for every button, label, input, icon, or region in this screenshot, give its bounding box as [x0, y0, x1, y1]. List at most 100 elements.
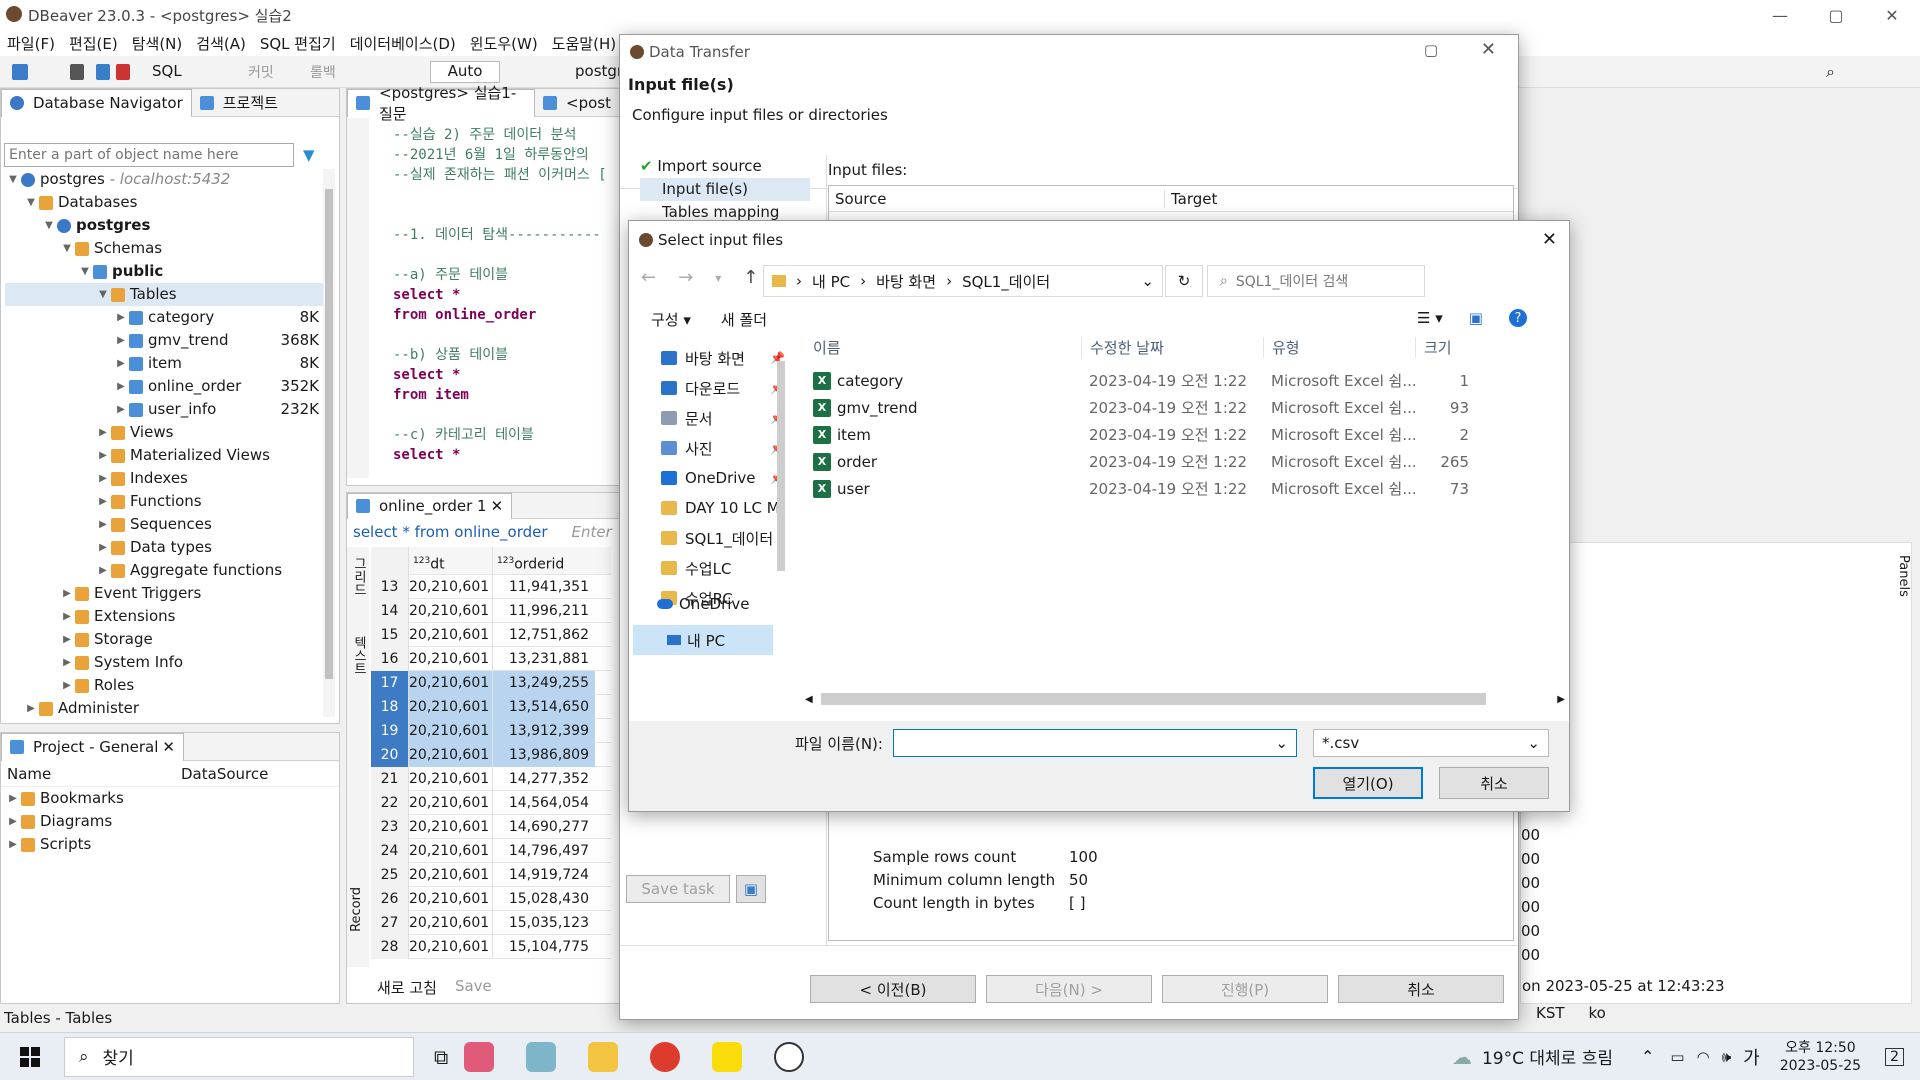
chevron-down-icon[interactable]: ⌄ — [1275, 734, 1288, 752]
cell-orderid[interactable]: 13,986,809 — [493, 742, 595, 767]
nav-pane-item[interactable]: 문서 📌 — [661, 403, 785, 433]
navigator-scrollbar[interactable] — [323, 169, 335, 717]
tree-tables[interactable]: ▼ Tables — [5, 283, 323, 306]
tree-schema-folder[interactable]: ▶ Materialized Views — [5, 444, 323, 467]
navigator-filter-input[interactable] — [4, 143, 294, 167]
disconnect-icon[interactable] — [96, 64, 110, 80]
cell-orderid[interactable]: 14,277,352 — [493, 767, 595, 791]
cell-orderid[interactable]: 14,796,497 — [493, 839, 595, 863]
table-row[interactable]: 26 20,210,601 15,028,430 — [371, 886, 611, 911]
tree-table-item[interactable]: ▶ item 8K — [5, 352, 323, 375]
setting-value[interactable]: 50 — [1069, 869, 1088, 892]
step-import-source[interactable]: ✔ Import source — [640, 155, 810, 178]
commit-button[interactable]: 커밋 — [248, 62, 274, 82]
result-query-text[interactable]: select * from online_order — [353, 523, 548, 541]
cell-orderid[interactable]: 11,996,211 — [493, 599, 595, 623]
cell-orderid[interactable]: 15,104,775 — [493, 935, 595, 959]
minimize-button[interactable]: — — [1752, 0, 1808, 30]
column-size[interactable]: 크기 — [1415, 336, 1452, 358]
back-button[interactable]: < 이전(B) — [810, 975, 976, 1003]
close-button[interactable]: ✕ — [1864, 0, 1920, 30]
cell-dt[interactable]: 20,210,601 — [409, 646, 493, 671]
help-icon[interactable]: ? — [1508, 309, 1527, 327]
table-row[interactable]: 15 20,210,601 12,751,862 — [371, 622, 611, 647]
back-arrow-icon[interactable]: ← — [641, 267, 656, 288]
file-row[interactable]: X user 2023-04-19 오전 1:22 Microsoft Exce… — [805, 475, 1565, 502]
tab-results[interactable]: online_order 1 ✕ — [347, 492, 513, 519]
menu-help[interactable]: 도움말(H) — [552, 33, 616, 54]
file-explorer-icon[interactable] — [588, 1041, 619, 1072]
file-row[interactable]: X order 2023-04-19 오전 1:22 Microsoft Exc… — [805, 448, 1565, 475]
cell-orderid[interactable]: 15,028,430 — [493, 887, 595, 911]
chevron-down-icon[interactable]: ⌄ — [1141, 272, 1154, 290]
cell-orderid[interactable]: 14,690,277 — [493, 815, 595, 839]
cell-orderid[interactable]: 15,035,123 — [493, 911, 595, 935]
nav-mypc[interactable]: 내 PC — [633, 625, 773, 655]
project-item[interactable]: ▶ Bookmarks — [5, 787, 339, 810]
cell-orderid[interactable]: 13,912,399 — [493, 718, 595, 743]
rollback-button[interactable]: 롤백 — [310, 62, 336, 82]
table-row[interactable]: 19 20,210,601 13,912,399 — [371, 718, 611, 743]
setting-value[interactable]: 100 — [1069, 846, 1098, 869]
view-options-icon[interactable]: ☰ ▾ — [1417, 309, 1443, 327]
cell-dt[interactable]: 20,210,601 — [409, 694, 493, 719]
nav-pane-item[interactable]: 바탕 화면 📌 — [661, 343, 785, 373]
nav-pane-item[interactable]: SQL1_데이터 — [661, 523, 785, 553]
chrome-icon[interactable] — [650, 1041, 681, 1072]
breadcrumb-desktop[interactable]: 바탕 화면 — [876, 271, 936, 292]
tree-table-item[interactable]: ▶ gmv_trend 368K — [5, 329, 323, 352]
open-button[interactable]: 열기(O) — [1313, 767, 1423, 799]
tree-schema-folder[interactable]: ▶ Views — [5, 421, 323, 444]
step-input-files[interactable]: Input file(s) — [640, 178, 810, 201]
table-row[interactable]: 20 20,210,601 13,986,809 — [371, 742, 611, 767]
close-button[interactable]: ✕ — [1542, 229, 1557, 250]
new-connection-icon[interactable] — [12, 64, 28, 80]
file-row[interactable]: X gmv_trend 2023-04-19 오전 1:22 Microsoft… — [805, 394, 1565, 421]
tree-schema-folder[interactable]: ▶ Indexes — [5, 467, 323, 490]
cell-orderid[interactable]: 13,231,881 — [493, 647, 595, 671]
table-row[interactable]: 16 20,210,601 13,231,881 — [371, 646, 611, 671]
cancel-button[interactable]: 취소 — [1439, 767, 1549, 799]
nav-onedrive-root[interactable]: OneDrive — [657, 589, 750, 619]
notification-center-icon[interactable]: 2 — [1885, 1047, 1904, 1066]
tree-administer[interactable]: ▶ Administer — [5, 697, 323, 720]
column-name[interactable]: 이름 — [805, 337, 1081, 358]
tree-table-item[interactable]: ▶ category 8K — [5, 306, 323, 329]
filter-icon[interactable]: ▼ — [303, 146, 315, 164]
sql-editor-button[interactable]: SQL — [152, 62, 182, 80]
search-box[interactable]: ⌕ SQL1_데이터 검색 — [1207, 265, 1425, 297]
active-connection-selector[interactable]: postgr — [575, 62, 623, 80]
connect-icon[interactable] — [70, 64, 84, 80]
breadcrumb-mypc[interactable]: 내 PC — [812, 271, 850, 292]
preview-pane-icon[interactable]: ▣ — [1469, 309, 1483, 327]
menu-file[interactable]: 파일(F) — [7, 33, 55, 54]
tree-schemas[interactable]: ▼ Schemas — [5, 237, 323, 260]
windows-start-icon[interactable] — [20, 1046, 40, 1067]
sql-code[interactable]: --실습 2) 주문 데이터 분석 --2021년 6월 1일 하루동안의 --실제… — [393, 125, 619, 465]
up-arrow-icon[interactable]: ↑ — [743, 267, 758, 288]
tab-editor-1[interactable]: <postgres> 실습1-질문 — [347, 84, 536, 123]
new-folder-button[interactable]: 새 폴더 — [721, 309, 767, 330]
tab-project-general[interactable]: Project - General ✕ — [1, 732, 184, 761]
taskbar-search[interactable]: ⌕ 찾기 — [64, 1036, 414, 1077]
save-button[interactable]: Save — [455, 977, 492, 998]
cell-dt[interactable]: 20,210,601 — [409, 622, 493, 647]
column-source[interactable]: Source — [829, 189, 1165, 208]
table-row[interactable]: 17 20,210,601 13,249,255 — [371, 670, 611, 695]
cell-dt[interactable]: 20,210,601 — [409, 766, 493, 791]
column-type[interactable]: 유형 — [1263, 336, 1415, 358]
cell-orderid[interactable]: 12,751,862 — [493, 623, 595, 647]
maximize-button[interactable]: ▢ — [1424, 41, 1438, 59]
transaction-mode-button[interactable]: Auto — [430, 61, 500, 83]
nav-pane-item[interactable]: 사진 📌 — [661, 433, 785, 463]
column-date[interactable]: 수정한 날짜 — [1081, 336, 1263, 358]
volume-icon[interactable]: 🕪 — [1722, 1048, 1731, 1066]
cell-dt[interactable]: 20,210,601 — [409, 838, 493, 863]
task-settings-button[interactable]: ▣ — [736, 875, 766, 903]
menu-navigate[interactable]: 탐색(N) — [132, 33, 183, 54]
column-header-orderid[interactable]: 123orderid — [493, 547, 595, 575]
tree-db-folder[interactable]: ▶ System Info — [5, 651, 323, 674]
filename-input[interactable]: ⌄ — [893, 729, 1297, 757]
table-row[interactable]: 14 20,210,601 11,996,211 — [371, 598, 611, 623]
tree-db-folder[interactable]: ▶ Event Triggers — [5, 582, 323, 605]
